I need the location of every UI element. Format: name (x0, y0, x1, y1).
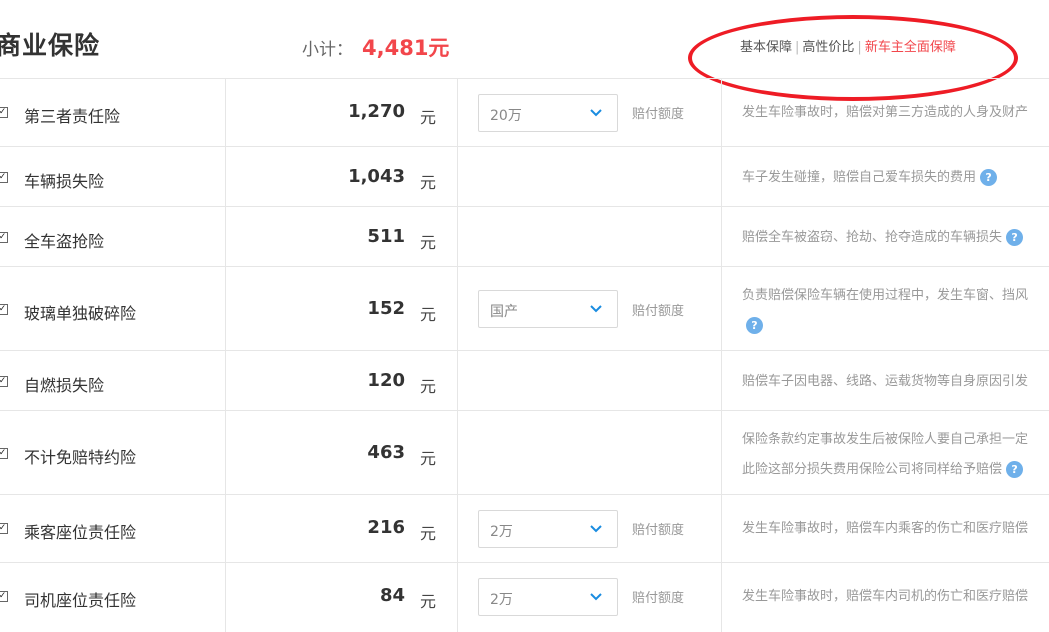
insurance-name: 自燃损失险 (24, 376, 105, 395)
row-checkbox[interactable]: ✓ (0, 107, 8, 118)
help-icon[interactable]: ? (980, 169, 998, 186)
table-row: ✓ 乘客座位责任险 216 元 2万 赔付额度 发生车险事故时，赔偿车内乘客的伤… (0, 494, 1049, 562)
price-unit: 元 (420, 377, 437, 396)
row-checkbox[interactable]: ✓ (0, 523, 8, 534)
insurance-name: 乘客座位责任险 (24, 523, 137, 542)
plan-options: 基本保障 | 高性价比 | 新车主全面保障 (740, 36, 956, 55)
coverage-select-value: 2万 (490, 592, 513, 608)
insurance-price: 120 (367, 370, 405, 391)
insurance-price: 511 (367, 226, 405, 247)
insurance-price: 84 (379, 585, 405, 606)
coverage-select[interactable]: 2万 (478, 510, 618, 548)
row-checkbox[interactable]: ✓ (0, 232, 8, 243)
insurance-description: 发生车险事故时，赔偿车内司机的伤亡和医疗赔偿 (742, 589, 1029, 604)
price-unit: 元 (420, 524, 437, 543)
plan-basic-link[interactable]: 基本保障 (740, 40, 792, 55)
price-unit: 元 (420, 449, 437, 468)
chevron-down-icon (590, 109, 602, 117)
help-icon[interactable]: ? (746, 317, 763, 334)
table-row: ✓ 不计免赔特约险 463 元 保险条款约定事故发生后被保险人要自己承担一定 此险… (0, 410, 1049, 494)
row-checkbox[interactable]: ✓ (0, 304, 8, 315)
help-icon[interactable]: ? (1006, 461, 1024, 478)
divider: | (795, 40, 800, 55)
insurance-price: 1,270 (348, 101, 405, 122)
table-row: ✓ 司机座位责任险 84 元 2万 赔付额度 发生车险事故时，赔偿车内司机的伤亡… (0, 562, 1049, 632)
help-icon[interactable]: ? (1006, 229, 1024, 246)
insurance-description: 保险条款约定事故发生后被保险人要自己承担一定 此险这部分损失费用保险公司将同样给予… (742, 432, 1029, 478)
row-checkbox[interactable]: ✓ (0, 172, 8, 183)
price-unit: 元 (420, 233, 437, 252)
table-row: ✓ 车辆损失险 1,043 元 车子发生碰撞，赔偿自己爱车损失的费用? (0, 146, 1049, 206)
coverage-label: 赔付额度 (632, 304, 685, 319)
price-unit: 元 (420, 305, 437, 324)
table-row: ✓ 全车盗抢险 511 元 赔偿全车被盗窃、抢劫、抢夺造成的车辆损失? (0, 206, 1049, 266)
divider: | (857, 40, 862, 55)
row-checkbox[interactable]: ✓ (0, 591, 8, 602)
insurance-description: 负责赔偿保险车辆在使用过程中，发生车窗、挡风? (742, 288, 1029, 334)
coverage-select-value: 国产 (490, 304, 518, 320)
table-row: ✓ 自燃损失险 120 元 赔偿车子因电器、线路、运载货物等自身原因引发 (0, 350, 1049, 410)
chevron-down-icon (590, 593, 602, 601)
insurance-price: 463 (367, 442, 405, 463)
insurance-description: 发生车险事故时，赔偿车内乘客的伤亡和医疗赔偿 (742, 521, 1029, 536)
insurance-description: 车子发生碰撞，赔偿自己爱车损失的费用? (742, 163, 1049, 193)
header: 商业保险 小计： 4,481元 基本保障 | 高性价比 | 新车主全面保障 (0, 0, 1049, 101)
insurance-price: 216 (367, 517, 405, 538)
insurance-price: 152 (367, 298, 405, 319)
price-unit: 元 (420, 592, 437, 611)
subtotal-value: 4,481元 (362, 36, 450, 60)
coverage-label: 赔付额度 (632, 523, 685, 538)
coverage-select-value: 2万 (490, 524, 513, 540)
coverage-select-value: 20万 (490, 108, 522, 124)
insurance-description: 赔偿车子因电器、线路、运载货物等自身原因引发 (742, 374, 1029, 389)
insurance-name: 司机座位责任险 (24, 591, 137, 610)
insurance-description: 发生车险事故时，赔偿对第三方造成的人身及财产 (742, 105, 1029, 120)
price-unit: 元 (420, 173, 437, 192)
insurance-name: 第三者责任险 (24, 107, 121, 126)
coverage-select[interactable]: 2万 (478, 578, 618, 616)
insurance-name: 车辆损失险 (24, 172, 105, 191)
insurance-description: 赔偿全车被盗窃、抢劫、抢夺造成的车辆损失? (742, 223, 1049, 253)
plan-value-link[interactable]: 高性价比 (802, 40, 854, 55)
insurance-name: 不计免赔特约险 (24, 448, 137, 467)
insurance-name: 全车盗抢险 (24, 232, 105, 251)
insurance-name: 玻璃单独破碎险 (24, 304, 137, 323)
chevron-down-icon (590, 305, 602, 313)
coverage-select[interactable]: 国产 (478, 290, 618, 328)
page-title: 商业保险 (0, 31, 101, 60)
row-checkbox[interactable]: ✓ (0, 376, 8, 387)
insurance-price: 1,043 (348, 166, 405, 187)
plan-full-link[interactable]: 新车主全面保障 (865, 40, 956, 55)
price-unit: 元 (420, 108, 437, 127)
coverage-label: 赔付额度 (632, 107, 685, 122)
table-row: ✓ 玻璃单独破碎险 152 元 国产 赔付额度 负责赔偿保险车辆在使用过程中，发… (0, 266, 1049, 350)
chevron-down-icon (590, 525, 602, 533)
table-row: ✓ 第三者责任险 1,270 元 20万 赔付额度 发生车险事故时，赔偿对第三方… (0, 78, 1049, 146)
row-checkbox[interactable]: ✓ (0, 448, 8, 459)
subtotal-label: 小计： (302, 40, 353, 60)
coverage-select[interactable]: 20万 (478, 94, 618, 132)
coverage-label: 赔付额度 (632, 591, 685, 606)
